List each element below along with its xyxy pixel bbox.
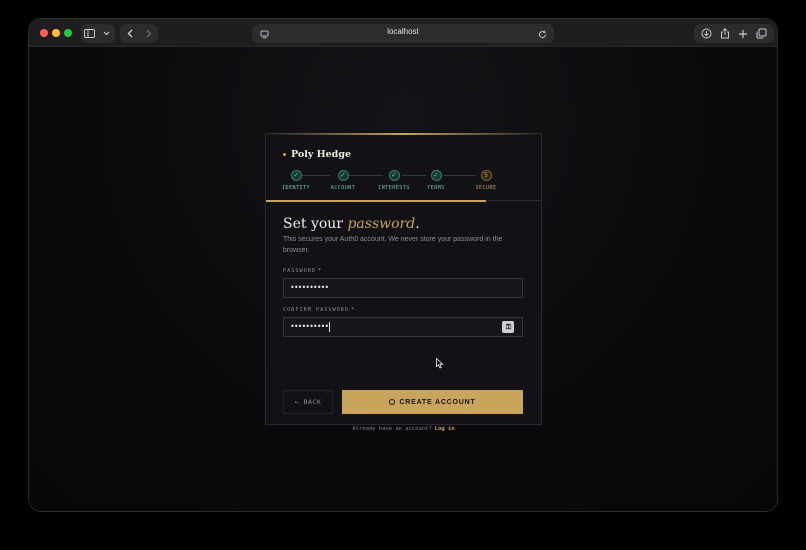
navigation-group (120, 24, 158, 43)
card-accent-line (266, 133, 541, 135)
check-icon: ✓ (430, 170, 442, 181)
password-manager-key-icon[interactable]: ⚿ (502, 321, 514, 333)
login-link[interactable]: Log in (435, 426, 455, 432)
form-heading: Set your password. (283, 216, 420, 232)
heading-suffix: . (415, 216, 420, 232)
brand-dot-icon (283, 153, 286, 156)
address-bar[interactable]: localhost (252, 24, 554, 43)
step-interests: ✓ INTERESTS (372, 170, 416, 191)
brand-name: Poly Hedge (291, 149, 352, 160)
step-label: IDENTITY (281, 185, 311, 191)
confirm-password-field[interactable]: •••••••••• ⚿ (283, 317, 523, 337)
form-description: This secures your Auth0 account. We neve… (283, 236, 503, 254)
step-number: 5 (480, 170, 492, 181)
zoom-window-button[interactable] (64, 29, 72, 37)
confirm-password-value: •••••••••• (290, 322, 329, 331)
progress-bar (266, 200, 486, 202)
back-arrow-icon[interactable] (122, 26, 138, 42)
password-label-text: PASSWORD (283, 268, 316, 274)
close-window-button[interactable] (40, 29, 48, 37)
step-identity: ✓ IDENTITY (274, 170, 318, 191)
step-label: SECURE (475, 185, 497, 191)
required-marker: * (318, 268, 323, 274)
signup-card: Poly Hedge ✓ IDENTITY ✓ ACCOUNT ✓ INTERE… (265, 133, 542, 432)
heading-prefix: Set your (283, 216, 348, 232)
step-label: TERMS (427, 185, 445, 191)
confirm-password-label: CONFIRM PASSWORD * (283, 307, 355, 313)
browser-toolbar: localhost (29, 19, 777, 47)
share-icon[interactable] (717, 26, 733, 42)
create-account-label: CREATE ACCOUNT (399, 398, 476, 406)
confirm-label-text: CONFIRM PASSWORD (283, 307, 349, 313)
password-value: •••••••••• (290, 283, 329, 292)
check-icon: ✓ (337, 170, 349, 181)
sidebar-icon[interactable] (82, 26, 98, 42)
new-tab-icon[interactable] (735, 26, 751, 42)
circle-icon (389, 399, 396, 405)
login-prompt-text: Already have an account? (352, 426, 432, 432)
check-icon: ✓ (290, 170, 302, 181)
forward-arrow-icon[interactable] (141, 26, 157, 42)
step-label: INTERESTS (378, 185, 410, 191)
required-marker: * (350, 307, 356, 313)
create-account-button[interactable]: CREATE ACCOUNT (342, 390, 523, 414)
tab-overview-icon[interactable] (754, 26, 770, 42)
step-secure: 5 SECURE (464, 170, 508, 191)
check-icon: ✓ (388, 170, 400, 181)
toolbar-actions (694, 24, 774, 43)
password-field[interactable]: •••••••••• (283, 278, 523, 298)
login-prompt: Already have an account? Log in (266, 426, 541, 432)
step-terms: ✓ TERMS (414, 170, 458, 191)
download-icon[interactable] (698, 26, 714, 42)
browser-window: localhost Poly Hedge ✓ IDENTITY ✓ ACCOUN… (29, 19, 777, 511)
back-button[interactable]: ← BACK (283, 390, 333, 414)
step-account: ✓ ACCOUNT (321, 170, 365, 191)
brand-logo: Poly Hedge (283, 149, 351, 160)
text-caret (329, 321, 331, 332)
step-label: ACCOUNT (330, 185, 356, 191)
minimize-window-button[interactable] (52, 29, 60, 37)
reload-icon[interactable] (534, 26, 550, 42)
password-label: PASSWORD * (283, 268, 322, 274)
stepper: ✓ IDENTITY ✓ ACCOUNT ✓ INTERESTS ✓ TERMS… (266, 170, 541, 200)
chevron-down-icon[interactable] (99, 26, 115, 42)
url-text: localhost (387, 27, 419, 36)
heading-emphasis: password (347, 216, 416, 232)
sidebar-toggle-group[interactable] (81, 24, 115, 43)
